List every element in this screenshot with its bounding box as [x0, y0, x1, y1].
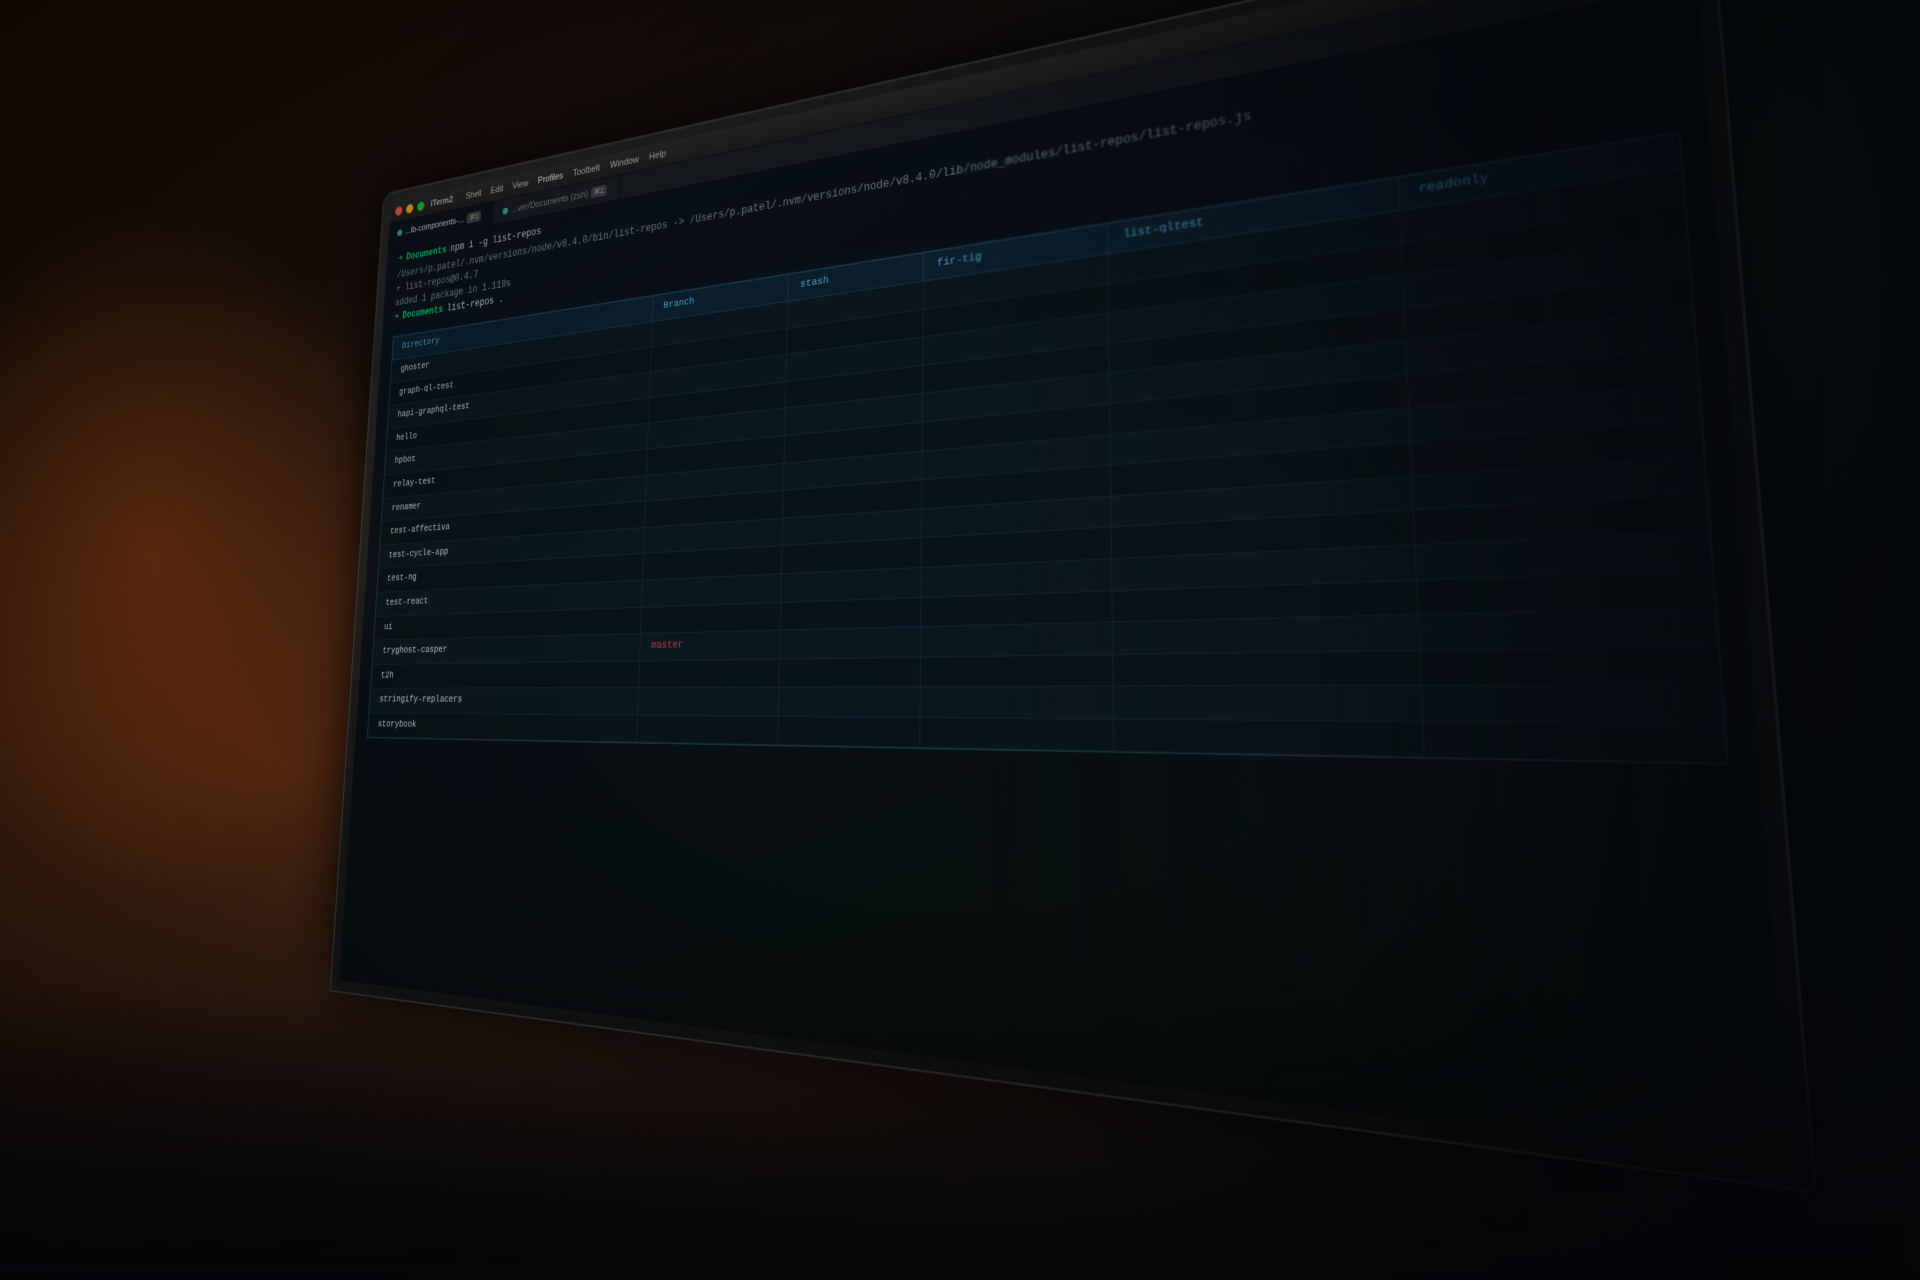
cell-stash	[778, 687, 920, 717]
traffic-lights	[395, 200, 425, 216]
tab-1-badge: ⌘1	[467, 210, 482, 223]
cell-listql	[1113, 686, 1423, 722]
close-button[interactable]	[395, 205, 403, 216]
menu-view[interactable]: View	[512, 178, 528, 191]
cell-firtig	[920, 717, 1115, 751]
maximize-button[interactable]	[417, 200, 425, 211]
menu-edit[interactable]: Edit	[490, 183, 503, 195]
laptop-bezel: iTerm2 Shell Edit View Profiles Toolbelt…	[339, 0, 1791, 1169]
laptop: iTerm2 Shell Edit View Profiles Toolbelt…	[181, 0, 1437, 1134]
scene: iTerm2 Shell Edit View Profiles Toolbelt…	[0, 0, 1920, 1280]
prompt-arrow-2: ➜	[394, 310, 399, 326]
cell-directory: storybook	[368, 713, 637, 743]
minimize-button[interactable]	[406, 203, 414, 214]
menu-help[interactable]: Help	[649, 148, 666, 162]
cell-firtig	[921, 590, 1113, 627]
cell-branch	[638, 659, 779, 688]
tab-icon-1	[397, 229, 402, 236]
prompt-arrow-1: ➜	[398, 251, 403, 267]
cell-directory: tryghost-casper	[373, 634, 641, 665]
cell-directory: stringify-replacers	[369, 688, 638, 715]
menu-window[interactable]: Window	[610, 154, 639, 170]
terminal-content: ➜ Documents npm i -g list-repos /Users/p…	[355, 0, 1760, 780]
cell-branch	[640, 602, 780, 634]
cell-readonly	[1420, 646, 1721, 686]
app-title: iTerm2	[430, 194, 453, 208]
cell-listql	[1114, 719, 1425, 758]
cell-firtig	[920, 686, 1114, 718]
cell-readonly	[1422, 685, 1724, 724]
tab-icon-2	[503, 207, 509, 215]
menu-toolbelt[interactable]: Toolbelt	[573, 162, 600, 178]
screen: iTerm2 Shell Edit View Profiles Toolbelt…	[339, 0, 1791, 1169]
cell-firtig	[920, 654, 1113, 687]
cell-stash	[779, 657, 921, 688]
cell-listql	[1113, 615, 1420, 655]
cell-firtig	[920, 622, 1113, 657]
cell-stash	[777, 716, 919, 748]
menu-profiles[interactable]: Profiles	[538, 170, 564, 185]
cell-stash	[779, 627, 920, 659]
cell-branch: master	[639, 630, 780, 660]
laptop-body: iTerm2 Shell Edit View Profiles Toolbelt…	[330, 0, 1818, 1194]
cell-stash	[780, 597, 921, 630]
tab-2-badge: ⌘2	[591, 184, 607, 198]
cell-directory: t2h	[371, 661, 639, 689]
menu-shell[interactable]: Shell	[465, 188, 481, 201]
cell-listql	[1113, 650, 1422, 686]
cell-readonly	[1423, 721, 1726, 763]
cell-branch	[637, 687, 779, 716]
cell-branch	[636, 715, 778, 745]
cell-readonly	[1418, 607, 1717, 650]
